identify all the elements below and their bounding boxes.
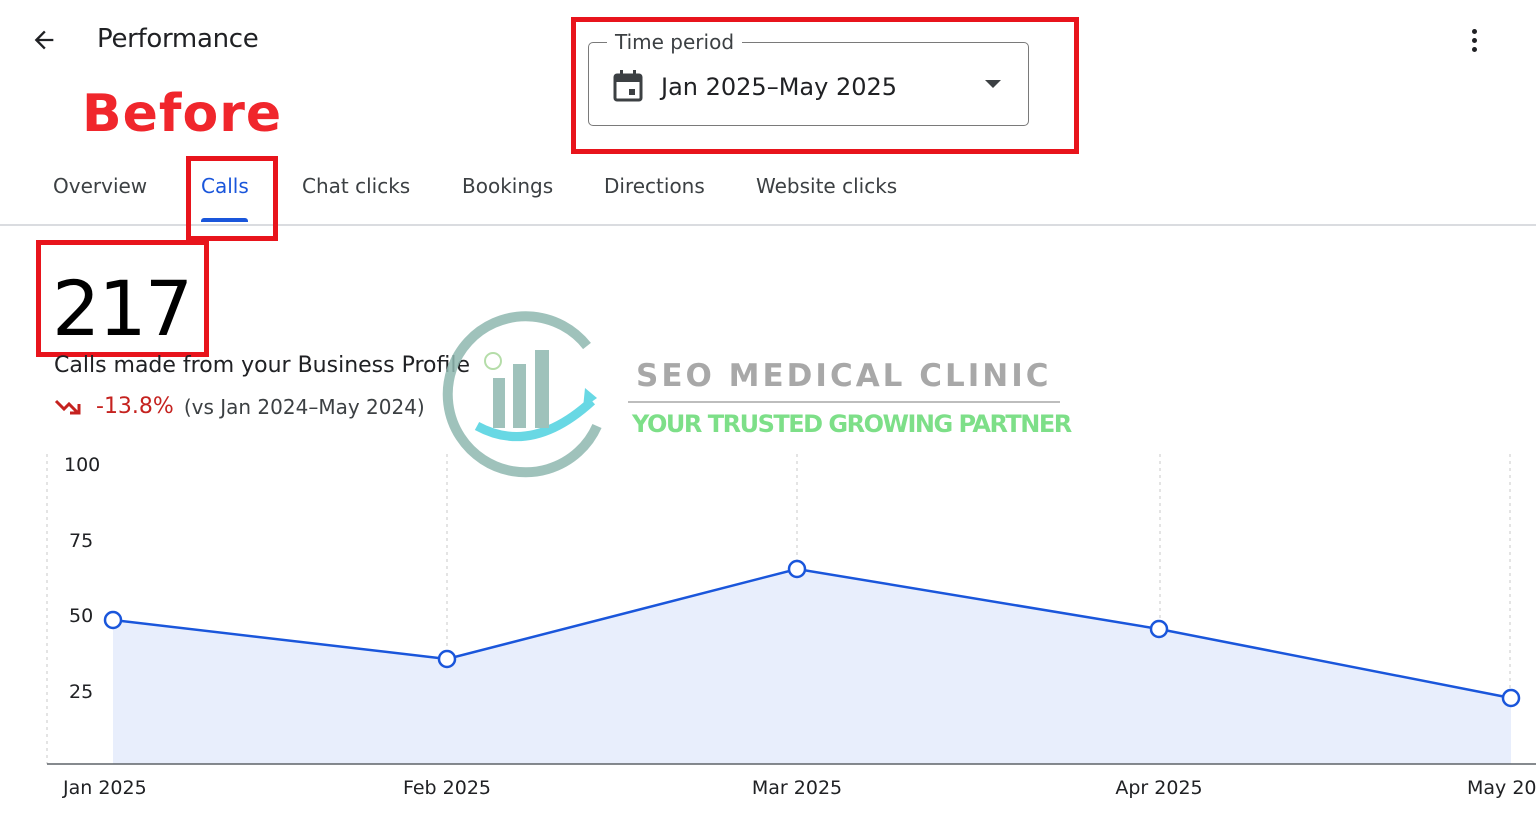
calls-tab-highlight [186, 156, 278, 241]
seo-medical-clinic-logo [442, 311, 602, 478]
time-period-select[interactable]: Time period Jan 2025–May 2025 [588, 30, 1029, 126]
watermark-name: SEO MEDICAL CLINIC [636, 358, 1052, 394]
y-tick-label: 100 [64, 454, 100, 476]
data-point-0 [103, 610, 123, 630]
back-button[interactable] [26, 22, 62, 58]
page-title: Performance [97, 24, 259, 54]
calls-area-chart: 100 75 50 25 Jan 2025 Feb 2025 Mar 2025 Apr 202… [46, 454, 1536, 799]
more-options-button[interactable] [1458, 22, 1490, 58]
watermark-divider [628, 401, 1060, 403]
metric-trend: -13.8% (vs Jan 2024–May 2024) [54, 394, 425, 419]
tab-directions[interactable]: Directions [604, 174, 705, 198]
watermark-tagline: YOUR TRUSTED GROWING PARTNER [632, 410, 1072, 438]
calendar-icon [613, 70, 643, 102]
data-point-1 [437, 649, 457, 669]
y-tick-label: 25 [69, 681, 93, 703]
x-tick-label: May 20 [1467, 777, 1536, 799]
time-period-value: Jan 2025–May 2025 [661, 73, 898, 101]
trending-down-icon [54, 399, 81, 414]
x-tick-label: Jan 2025 [62, 777, 147, 799]
data-point-3 [1149, 619, 1169, 639]
x-tick-label: Apr 2025 [1115, 777, 1202, 799]
time-period-label: Time period [607, 30, 743, 54]
more-vert-icon [1471, 28, 1477, 34]
before-annotation: Before [82, 84, 283, 144]
x-tick-label: Feb 2025 [403, 777, 491, 799]
tab-chat-clicks[interactable]: Chat clicks [302, 174, 410, 198]
arrow-back-icon [34, 30, 54, 50]
area-fill [113, 569, 1511, 764]
y-tick-label: 75 [69, 530, 93, 552]
y-tick-label: 50 [69, 605, 93, 627]
data-point-4 [1501, 688, 1521, 708]
metric-description: Calls made from your Business Profile [54, 353, 470, 378]
comparison-period: (vs Jan 2024–May 2024) [183, 394, 425, 419]
dropdown-arrow-icon [985, 80, 1001, 88]
data-point-2 [787, 559, 807, 579]
tab-website-clicks[interactable]: Website clicks [756, 174, 897, 198]
change-percentage: -13.8% [96, 394, 174, 419]
tab-bookings[interactable]: Bookings [462, 174, 553, 198]
x-tick-label: Mar 2025 [752, 777, 842, 799]
tab-overview[interactable]: Overview [53, 174, 147, 198]
metric-value-highlight [36, 240, 209, 357]
